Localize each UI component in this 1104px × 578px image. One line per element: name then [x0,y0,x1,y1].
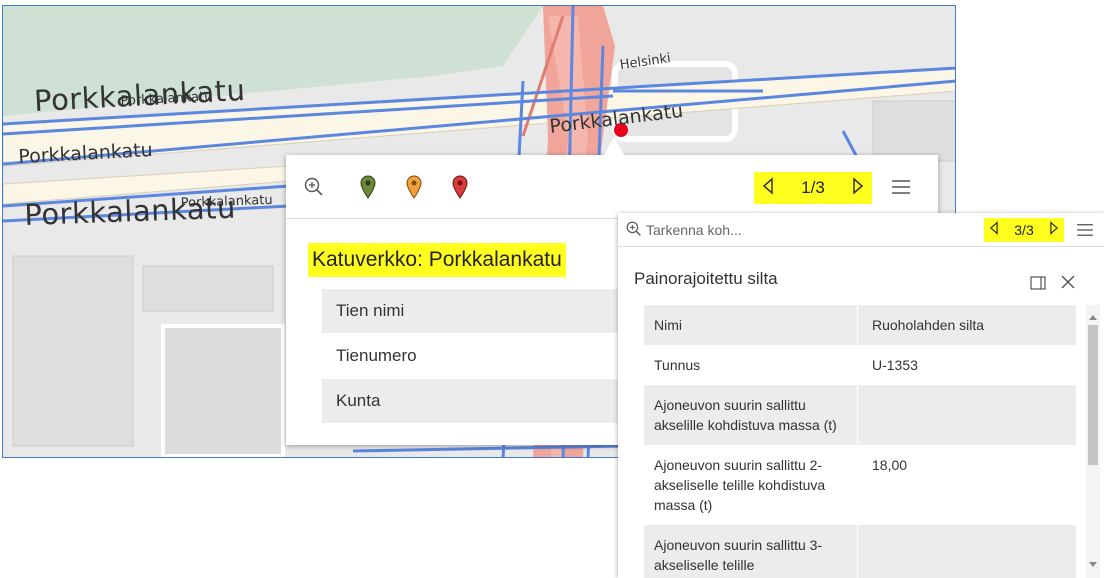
next-result-icon[interactable] [852,176,864,200]
hamburger-menu-icon[interactable] [890,177,912,197]
scroll-down-arrow-icon[interactable] [1088,557,1098,567]
attribute-label: Tien nimi [336,301,405,320]
table-row: Ajoneuvon suurin sallittu 2-akseliselle … [644,445,1076,525]
attribute-row: Tienumero [322,334,622,378]
map-pin-green-icon[interactable] [360,175,376,199]
attribute-row: Tien nimi [322,289,622,333]
attribute-value: 18,00 [872,457,908,473]
zoom-in-icon[interactable] [302,175,326,199]
map-pin-orange-icon[interactable] [406,175,422,199]
vertical-scrollbar[interactable] [1086,305,1100,578]
attribute-table: Nimi Ruoholahden silta Tunnus U-1353 Ajo… [644,305,1076,578]
attribute-label: Kunta [336,391,381,410]
attribute-label: Tunnus [644,345,858,385]
popup-toolbar: 1/3 [286,155,938,219]
previous-result-icon[interactable] [989,220,999,240]
table-row: Nimi Ruoholahden silta [644,305,1076,345]
next-result-icon[interactable] [1049,220,1059,240]
attribute-label: Nimi [644,305,858,345]
scroll-up-arrow-icon[interactable] [1088,309,1098,320]
map-pin-red-icon[interactable] [452,175,468,199]
search-input[interactable] [646,218,946,242]
result-counter: 3/3 [1014,222,1034,238]
feature-detail-popup: 3/3 Painorajoitettu silta Nimi Ruoholahd… [618,213,1104,578]
previous-result-icon[interactable] [762,176,774,200]
search-bar: 3/3 [618,213,1104,247]
popup-pointer [604,137,624,155]
attribute-label: Ajoneuvon suurin sallittu akselille kohd… [644,385,858,445]
result-pager: 1/3 [754,172,872,204]
attribute-row: Kunta [322,379,622,423]
result-pager: 3/3 [984,218,1064,242]
table-row: Ajoneuvon suurin sallittu akselille kohd… [644,385,1076,445]
result-counter: 1/3 [801,178,825,197]
attribute-label: Ajoneuvon suurin sallittu 3-akseliselle … [644,525,858,578]
attribute-value: U-1353 [872,357,918,373]
attribute-label: Tienumero [336,346,417,365]
attribute-value [858,525,1076,578]
table-row: Tunnus U-1353 [644,345,1076,385]
zoom-search-icon[interactable] [626,221,644,239]
table-row: Ajoneuvon suurin sallittu 3-akseliselle … [644,525,1076,578]
feature-title: Katuverkko: Porkkalankatu [308,243,566,277]
close-icon[interactable] [1059,273,1077,291]
dock-panel-icon[interactable] [1030,276,1046,290]
app-stage: Porkkalankatu Porkkalankatu Porkkalankat… [0,0,1104,578]
scrollbar-thumb[interactable] [1088,325,1098,465]
attribute-value [858,385,1076,445]
hamburger-menu-icon[interactable] [1076,221,1094,238]
feature-title: Painorajoitettu silta [634,269,778,288]
attribute-value: Ruoholahden silta [872,317,985,333]
attribute-label: Ajoneuvon suurin sallittu 2-akseliselle … [644,445,858,525]
street-label: Porkkalankatu [180,192,273,211]
